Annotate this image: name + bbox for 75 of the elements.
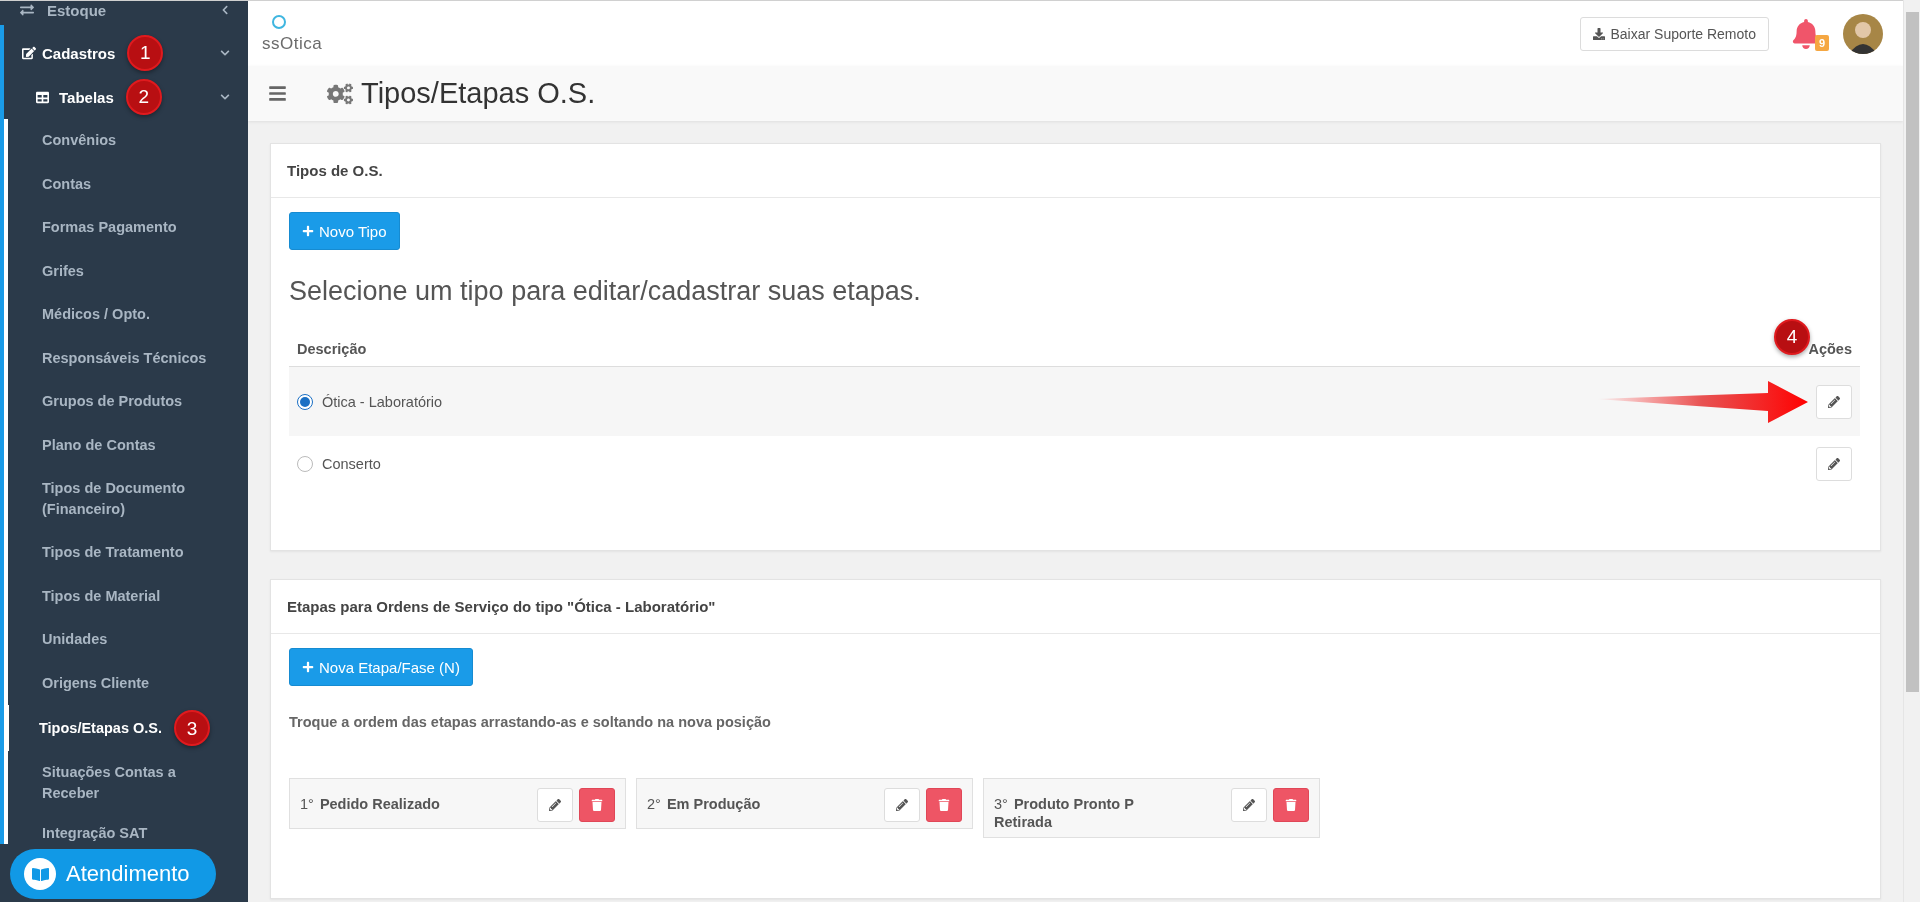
edit-button[interactable] [884,788,920,822]
sidebar-item[interactable]: Tipos/Etapas O.S. 3 [4,705,248,751]
callout-badge: 1 [127,35,164,71]
edit-button[interactable] [1231,788,1267,822]
pencil-icon [1243,799,1255,811]
sidebar-item[interactable]: Formas Pagamento [8,206,248,250]
edit-button[interactable] [537,788,573,822]
prompt-heading: Selecione um tipo para editar/cadastrar suas etapas. [289,276,922,307]
sidebar-item[interactable]: Grifes [8,249,248,293]
radio-button[interactable] [297,393,313,410]
delete-button[interactable] [579,788,615,822]
chevron-left-icon[interactable] [220,5,230,15]
radio-button[interactable] [297,456,313,472]
chevron-down-icon[interactable] [220,92,230,102]
column-header: Descrição [297,340,367,357]
edit-icon [22,46,36,60]
support-button[interactable]: Atendimento [10,849,216,899]
sidebar-item[interactable]: Responsáveis Técnicos [8,336,248,380]
card-title: Etapas para Ordens de Serviço do tipo "Ótica - Laboratório" [271,580,1880,634]
sidebar-section[interactable]: Estoque [0,1,248,25]
new-type-button[interactable]: Novo Tipo [289,212,400,250]
hint-text: Troque a ordem das etapas arrastando-as e soltando na nova posição [289,714,772,730]
type-label: Ótica - Laboratório [322,393,443,410]
menu-icon[interactable] [268,84,287,103]
sidebar-item[interactable]: Integração SAT [8,815,248,844]
stage-label: 1° Pedido Realizado [300,795,440,813]
plus-icon [302,661,314,673]
trash-icon [1285,799,1297,811]
notification-badge: 9 [1814,34,1829,51]
sidebar-item[interactable]: Médicos / Opto. [8,293,248,337]
pencil-icon [1828,395,1840,408]
sidebar-item[interactable]: Tipos de Material [8,574,248,618]
logo-icon [271,13,287,30]
pencil-icon [1828,458,1840,470]
stage-label: 2° Em Produção [647,795,761,813]
type-label: Conserto [322,456,381,472]
sidebar-item[interactable]: Convênios [8,119,248,163]
page-title: Tipos/Etapas O.S. [361,77,596,110]
pencil-icon [896,799,908,811]
stage-card[interactable]: 1° Pedido Realizado [289,778,626,829]
stage-card[interactable]: 3° Produto Pronto P Retirada [983,778,1320,838]
logo: ssOtica [262,33,323,54]
delete-button[interactable] [1273,788,1309,822]
sidebar-item[interactable]: Contas [8,162,248,206]
stage-label: 3° Produto Pronto P Retirada [994,795,1135,831]
sidebar-item[interactable]: Plano de Contas [8,423,248,467]
avatar[interactable] [1843,13,1883,54]
scrollbar[interactable] [1903,0,1920,902]
download-icon [1593,27,1606,40]
stage-card[interactable]: 2° Em Produção [636,778,973,829]
table-icon [36,90,49,104]
book-icon [24,858,56,890]
callout-badge: 3 [174,710,211,746]
sidebar-item[interactable]: Situações Contas a Receber [8,751,248,815]
edit-button[interactable] [1816,447,1852,481]
sidebar-item[interactable]: Grupos de Produtos [8,380,248,424]
trash-icon [591,799,603,811]
edit-button[interactable] [1816,384,1852,419]
sidebar-item[interactable]: Origens Cliente [8,661,248,705]
sidebar-item[interactable]: Tipos de Documento (Financeiro) [8,467,248,531]
plus-icon [302,225,314,237]
new-stage-button[interactable]: Nova Etapa/Fase (N) [289,648,473,686]
trash-icon [938,799,950,811]
delete-button[interactable] [926,788,962,822]
download-button[interactable]: Baixar Suporte Remoto [1580,16,1769,51]
sidebar-item[interactable]: Tipos de Tratamento [8,531,248,575]
column-header: Ações [1808,340,1852,357]
card-title: Tipos de O.S. [271,144,1880,198]
sidebar-item[interactable]: Unidades [8,618,248,662]
callout-badge: 4 [1774,319,1810,355]
exchange-icon [20,3,34,17]
chevron-down-icon[interactable] [220,48,230,58]
pencil-icon [549,799,561,811]
callout-badge: 2 [125,79,162,115]
type-row[interactable]: Ótica - Laboratório [289,367,1860,436]
